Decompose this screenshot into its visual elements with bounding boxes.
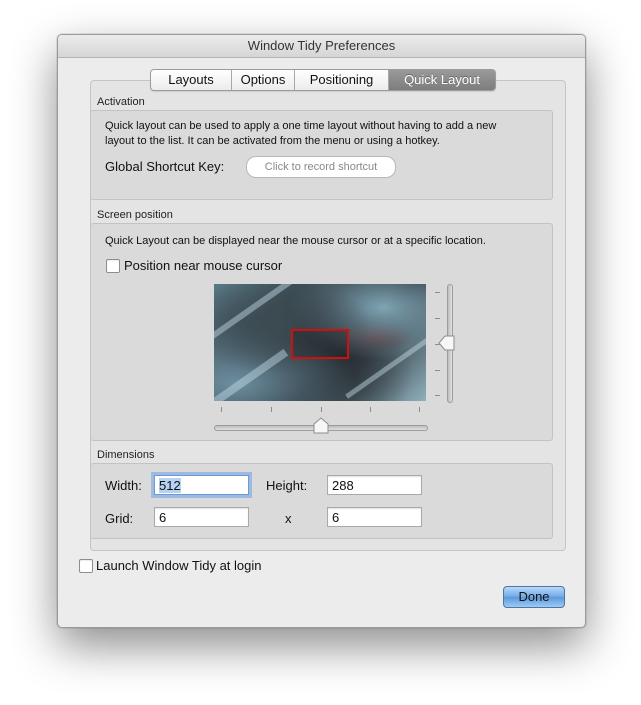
tab-quick-layout[interactable]: Quick Layout: [389, 70, 495, 90]
preferences-window: Window Tidy Preferences Layouts Options …: [57, 34, 586, 628]
times-symbol: x: [285, 511, 292, 526]
window-title: Window Tidy Preferences: [58, 35, 585, 58]
grid-x-input[interactable]: 6: [154, 507, 249, 527]
activation-description-line1: Quick layout can be used to apply a one …: [105, 120, 497, 132]
dimensions-heading: Dimensions: [97, 449, 155, 461]
launch-at-login-label[interactable]: Launch Window Tidy at login: [96, 558, 261, 573]
screen-position-heading: Screen position: [97, 209, 173, 221]
screen-position-description: Quick Layout can be displayed near the m…: [105, 235, 486, 247]
width-label: Width:: [105, 478, 142, 493]
tab-options[interactable]: Options: [232, 70, 295, 90]
screen-preview-image[interactable]: [214, 284, 426, 401]
horizontal-slider-knob[interactable]: [313, 417, 329, 434]
position-near-cursor-checkbox[interactable]: [106, 259, 120, 273]
grid-y-input[interactable]: 6: [327, 507, 422, 527]
grid-label: Grid:: [105, 511, 134, 526]
height-input[interactable]: 288: [327, 475, 422, 495]
width-input[interactable]: 512: [154, 475, 249, 495]
vertical-slider-knob[interactable]: [438, 335, 455, 351]
activation-heading: Activation: [97, 96, 145, 108]
launch-at-login-checkbox[interactable]: [79, 559, 93, 573]
activation-description-line2: layout to the list. It can be activated …: [105, 135, 440, 147]
done-button[interactable]: Done: [503, 586, 565, 608]
tab-positioning[interactable]: Positioning: [295, 70, 389, 90]
position-near-cursor-label[interactable]: Position near mouse cursor: [124, 258, 282, 273]
record-shortcut-button[interactable]: Click to record shortcut: [246, 156, 396, 178]
height-label: Height:: [266, 478, 308, 493]
tab-layouts[interactable]: Layouts: [151, 70, 232, 90]
tab-bar: Layouts Options Positioning Quick Layout: [150, 69, 496, 91]
layout-position-rectangle[interactable]: [291, 329, 349, 359]
shortcut-label: Global Shortcut Key:: [105, 159, 225, 174]
